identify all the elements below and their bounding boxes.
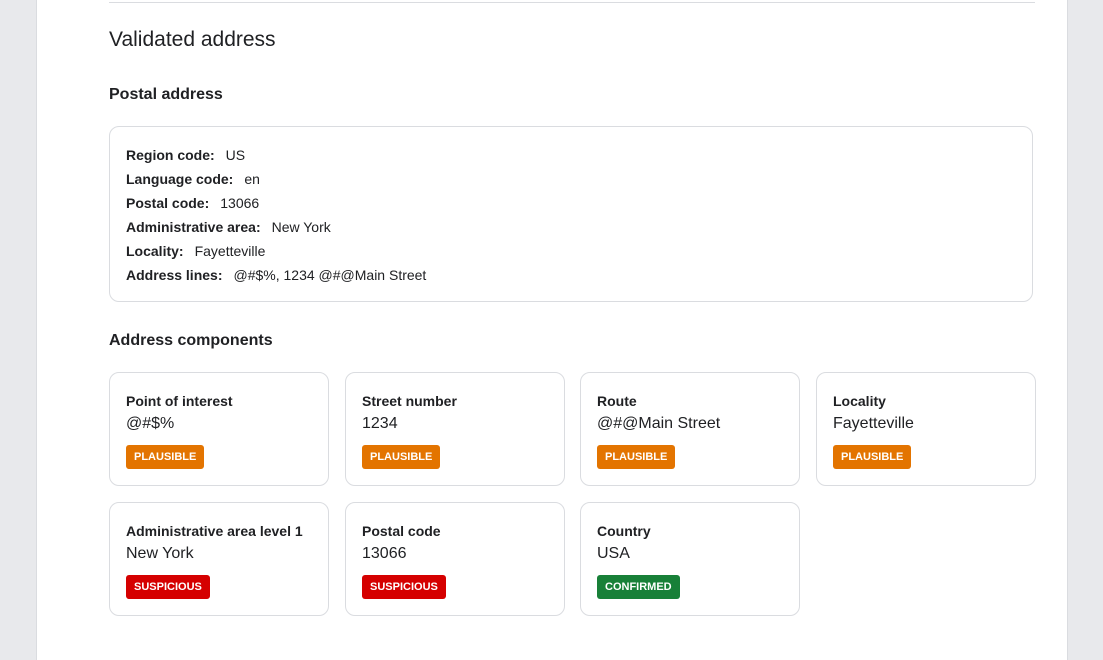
- postal-value: @#$%, 1234 @#@Main Street: [233, 267, 427, 283]
- postal-value: US: [225, 147, 246, 163]
- postal-row-region-code: Region code: US: [126, 146, 245, 164]
- component-label: Postal code: [362, 523, 441, 539]
- section-divider: [109, 2, 1035, 3]
- postal-key: Postal code:: [126, 195, 210, 211]
- component-card-country: Country USA CONFIRMED: [580, 502, 800, 616]
- postal-key: Address lines:: [126, 267, 223, 283]
- component-card-postal-code: Postal code 13066 SUSPICIOUS: [345, 502, 565, 616]
- component-label: Point of interest: [126, 393, 233, 409]
- postal-key: Locality:: [126, 243, 184, 259]
- postal-value: 13066: [220, 195, 260, 211]
- component-value: 1234: [362, 415, 398, 432]
- postal-row-administrative-area: Administrative area: New York: [126, 218, 331, 236]
- status-badge: PLAUSIBLE: [362, 445, 441, 469]
- status-badge: PLAUSIBLE: [597, 445, 676, 469]
- component-label: Locality: [833, 393, 886, 409]
- component-card-street-number: Street number 1234 PLAUSIBLE: [345, 372, 565, 486]
- component-value: @#$%: [126, 415, 175, 432]
- postal-row-locality: Locality: Fayetteville: [126, 242, 265, 260]
- component-label: Country: [597, 523, 651, 539]
- component-value: New York: [126, 545, 194, 562]
- component-value: USA: [597, 545, 630, 562]
- status-badge: PLAUSIBLE: [126, 445, 205, 469]
- postal-key: Region code:: [126, 147, 215, 163]
- component-card-locality: Locality Fayetteville PLAUSIBLE: [816, 372, 1036, 486]
- status-badge: SUSPICIOUS: [126, 575, 210, 599]
- component-card-point-of-interest: Point of interest @#$% PLAUSIBLE: [109, 372, 329, 486]
- postal-row-address-lines: Address lines: @#$%, 1234 @#@Main Street: [126, 266, 426, 284]
- postal-address-heading: Postal address: [109, 86, 223, 103]
- component-label: Route: [597, 393, 637, 409]
- component-value: Fayetteville: [833, 415, 914, 432]
- component-label: Street number: [362, 393, 457, 409]
- address-components-heading: Address components: [109, 332, 273, 349]
- postal-key: Administrative area:: [126, 219, 261, 235]
- postal-address-box: Region code: US Language code: en Postal c…: [109, 126, 1033, 302]
- postal-key: Language code:: [126, 171, 234, 187]
- status-badge: PLAUSIBLE: [833, 445, 912, 469]
- component-card-route: Route @#@Main Street PLAUSIBLE: [580, 372, 800, 486]
- status-badge: CONFIRMED: [597, 575, 680, 599]
- postal-value: New York: [271, 219, 331, 235]
- validated-address-title: Validated address: [109, 28, 276, 51]
- postal-row-postal-code: Postal code: 13066: [126, 194, 259, 212]
- postal-value: Fayetteville: [194, 243, 266, 259]
- component-value: @#@Main Street: [597, 415, 721, 432]
- component-label: Administrative area level 1: [126, 523, 303, 539]
- postal-value: en: [244, 171, 260, 187]
- postal-row-language-code: Language code: en: [126, 170, 260, 188]
- component-value: 13066: [362, 545, 407, 562]
- status-badge: SUSPICIOUS: [362, 575, 446, 599]
- component-card-administrative-area: Administrative area level 1 New York SUS…: [109, 502, 329, 616]
